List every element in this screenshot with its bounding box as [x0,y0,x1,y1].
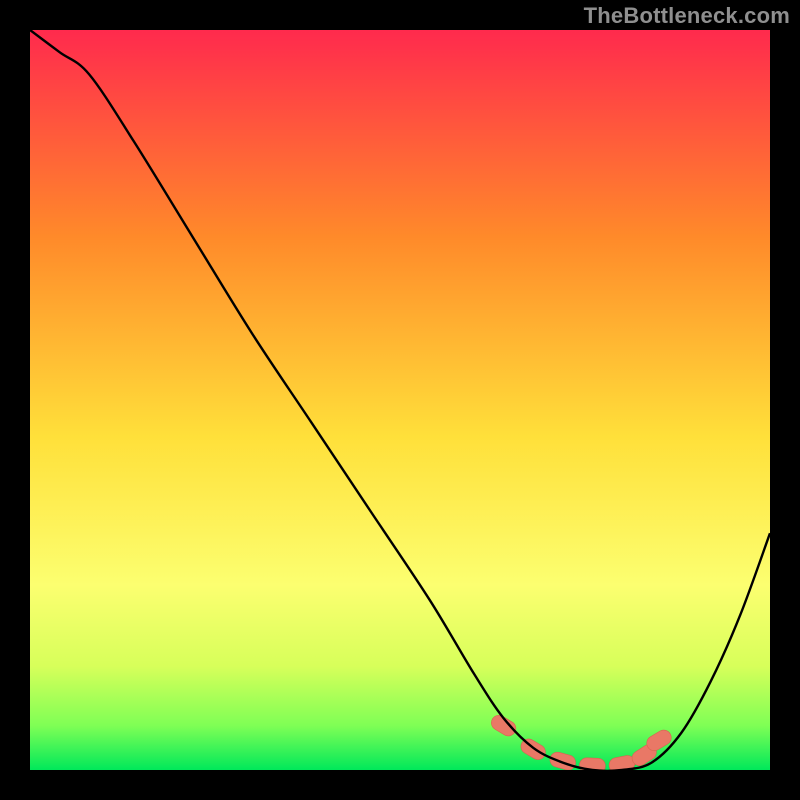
chart-svg [30,30,770,770]
gradient-background [30,30,770,770]
chart-frame: TheBottleneck.com [0,0,800,800]
plot-area [30,30,770,770]
watermark-text: TheBottleneck.com [584,3,790,29]
